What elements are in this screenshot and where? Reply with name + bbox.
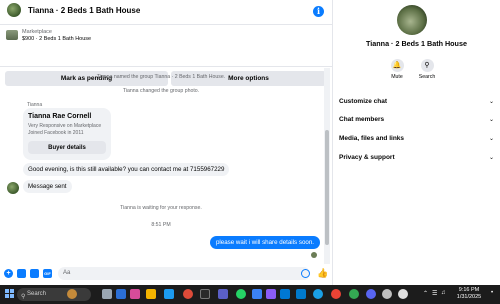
- info-panel-title: Tianna · 2 Beds 1 Bath House: [366, 39, 467, 48]
- vscode-icon[interactable]: [296, 289, 306, 299]
- app-icon[interactable]: [130, 289, 140, 299]
- taskbar-search-box[interactable]: ⚲ Search: [17, 288, 91, 301]
- whatsapp-icon[interactable]: [236, 289, 246, 299]
- chat-info-panel: Tianna · 2 Beds 1 Bath House 🔔 Mute ⚲ Se…: [333, 0, 500, 285]
- app-icon[interactable]: [266, 289, 276, 299]
- customize-chat-row[interactable]: Customize chat ⌄: [339, 94, 494, 108]
- clock[interactable]: 9:16 PM 1/31/2025: [450, 287, 488, 301]
- chevron-down-icon: ⌄: [488, 154, 494, 161]
- search-button[interactable]: ⚲ Search: [412, 59, 442, 80]
- media-files-links-row[interactable]: Media, files and links ⌄: [339, 131, 494, 145]
- clock-time: 9:16 PM: [458, 287, 480, 293]
- buyer-responsiveness: Very Responsive on Marketplace: [28, 123, 102, 129]
- marketplace-listing-bar: Marketplace $900 · 2 Beds 1 Bath House M…: [0, 25, 332, 86]
- search-icon: ⚲: [21, 294, 26, 300]
- plus-icon[interactable]: +: [4, 269, 13, 278]
- chrome-icon[interactable]: [183, 289, 193, 299]
- chevron-down-icon: ⌄: [488, 98, 494, 105]
- file-explorer-icon[interactable]: [146, 289, 156, 299]
- volume-icon[interactable]: ♫: [441, 290, 446, 296]
- message-scrollbar-thumb[interactable]: [325, 130, 329, 245]
- privacy-support-label: Privacy & support: [339, 153, 395, 161]
- store-icon[interactable]: [280, 289, 290, 299]
- app-icon[interactable]: [366, 289, 376, 299]
- chat-panel: Tianna · 2 Beds 1 Bath House i Marketpla…: [0, 0, 332, 285]
- terminal-icon[interactable]: [200, 289, 210, 299]
- thumbs-up-icon[interactable]: 👍: [317, 268, 328, 279]
- buyer-joined: Joined Facebook in 2011: [28, 130, 84, 136]
- message-timestamp: 8:51 PM: [151, 222, 171, 228]
- system-message-named: Tianna named the group Tianna · 2 Beds 1…: [96, 74, 226, 80]
- app-icon[interactable]: [398, 289, 408, 299]
- weather-widget-icon[interactable]: [67, 289, 77, 299]
- buyer-details-button[interactable]: Buyer details: [28, 141, 106, 154]
- sender-avatar[interactable]: [7, 182, 19, 194]
- message-bubble-incoming[interactable]: Message sent: [23, 180, 72, 193]
- clock-date: 1/31/2025: [456, 294, 482, 300]
- system-message-waiting: Tianna is waiting for your response.: [120, 205, 202, 211]
- wifi-icon[interactable]: ☰: [432, 290, 437, 297]
- edge-icon[interactable]: [164, 289, 174, 299]
- buyer-name[interactable]: Tianna Rae Cornell: [28, 113, 91, 120]
- emoji-icon[interactable]: [301, 269, 310, 278]
- chevron-up-icon[interactable]: ⌃: [423, 290, 428, 297]
- message-bubble-outgoing[interactable]: please wait i will share details soon.: [210, 236, 320, 249]
- chrome-icon[interactable]: [331, 289, 341, 299]
- media-files-links-label: Media, files and links: [339, 134, 405, 142]
- start-icon[interactable]: [5, 289, 14, 298]
- chat-members-label: Chat members: [339, 115, 385, 123]
- seen-indicator-avatar: [311, 252, 317, 258]
- info-icon[interactable]: i: [313, 6, 324, 17]
- gif-icon[interactable]: GIF: [43, 269, 52, 278]
- windows-taskbar: ⚲ Search ⌃ ☰ ♫ 9:16 PM 1/31/2025 •: [0, 285, 500, 304]
- marketplace-label: Marketplace: [22, 29, 52, 35]
- widgets-icon[interactable]: [116, 289, 126, 299]
- app-icon[interactable]: [382, 289, 392, 299]
- message-input[interactable]: Aa: [58, 267, 310, 280]
- listing-thumbnail[interactable]: [6, 30, 18, 40]
- group-photo[interactable]: [397, 5, 427, 35]
- chrome-profile-icon[interactable]: [349, 289, 359, 299]
- buyer-profile-card: Tianna Rae Cornell Very Responsive on Ma…: [23, 108, 111, 160]
- taskbar-search-label: Search: [27, 291, 47, 297]
- notification-bell-icon[interactable]: •: [491, 290, 493, 296]
- mute-button[interactable]: 🔔 Mute: [382, 59, 412, 80]
- teams-icon[interactable]: [218, 289, 228, 299]
- sticker-icon[interactable]: [30, 269, 39, 278]
- mute-label: Mute: [391, 74, 403, 80]
- search-label: Search: [418, 74, 436, 80]
- message-bubble-incoming[interactable]: Good evening, is this still available? y…: [23, 163, 230, 176]
- chat-members-row[interactable]: Chat members ⌄: [339, 112, 494, 126]
- listing-price-title[interactable]: $900 · 2 Beds 1 Bath House: [22, 36, 91, 42]
- browser-icon[interactable]: [313, 289, 323, 299]
- bell-icon: 🔔: [390, 59, 404, 72]
- message-composer: + GIF Aa 👍: [0, 264, 332, 285]
- photo-icon[interactable]: [17, 269, 26, 278]
- chevron-down-icon: ⌄: [488, 135, 494, 142]
- chat-header: Tianna · 2 Beds 1 Bath House i: [0, 0, 332, 25]
- task-view-icon[interactable]: [102, 289, 112, 299]
- search-icon: ⚲: [420, 59, 434, 72]
- customize-chat-label: Customize chat: [339, 97, 388, 105]
- system-message-photo: Tianna changed the group photo.: [122, 88, 200, 94]
- chevron-down-icon: ⌄: [488, 116, 494, 123]
- mail-icon[interactable]: [252, 289, 262, 299]
- privacy-support-row[interactable]: Privacy & support ⌄: [339, 150, 494, 164]
- chat-title[interactable]: Tianna · 2 Beds 1 Bath House: [28, 6, 140, 15]
- group-avatar[interactable]: [7, 3, 21, 17]
